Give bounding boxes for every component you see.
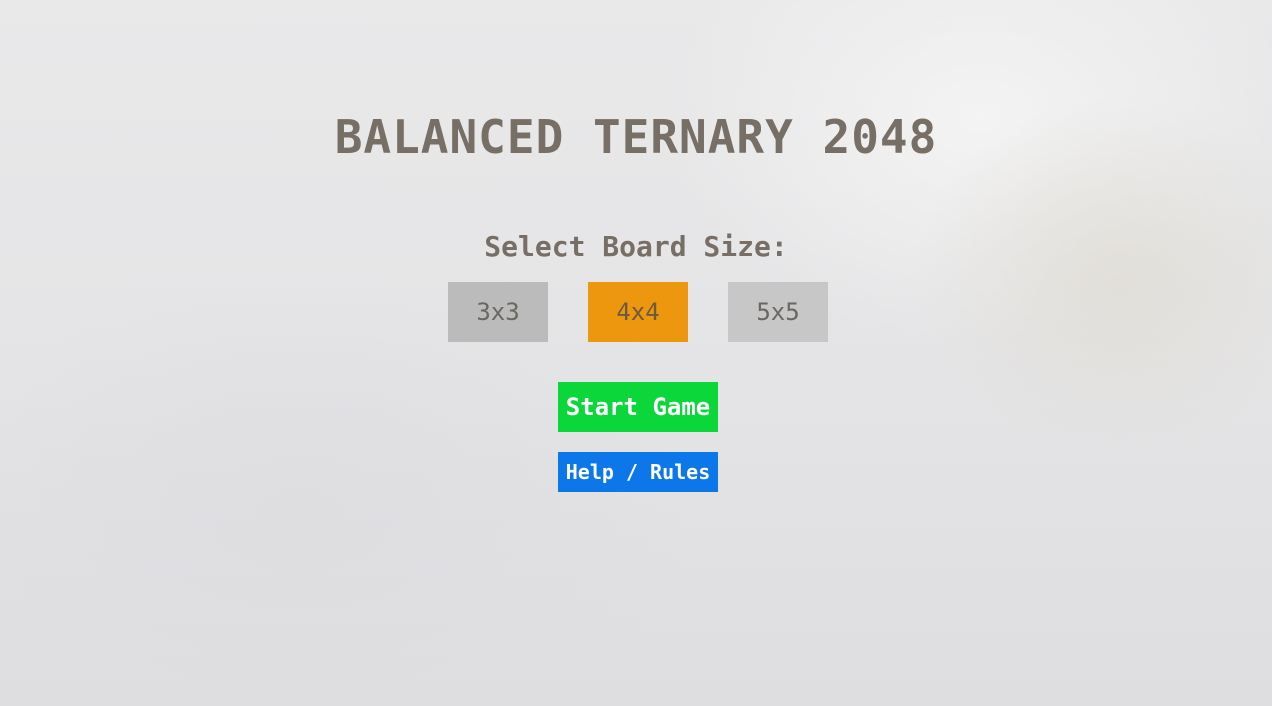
board-size-3x3-button[interactable]: 3x3 xyxy=(448,282,548,342)
start-game-button[interactable]: Start Game xyxy=(558,382,718,432)
board-size-label: Select Board Size: xyxy=(484,230,788,263)
blurred-background xyxy=(0,0,1272,706)
game-title: BALANCED TERNARY 2048 xyxy=(334,110,938,164)
board-size-5x5-button[interactable]: 5x5 xyxy=(728,282,828,342)
help-rules-button[interactable]: Help / Rules xyxy=(558,452,718,492)
board-size-4x4-button[interactable]: 4x4 xyxy=(588,282,688,342)
